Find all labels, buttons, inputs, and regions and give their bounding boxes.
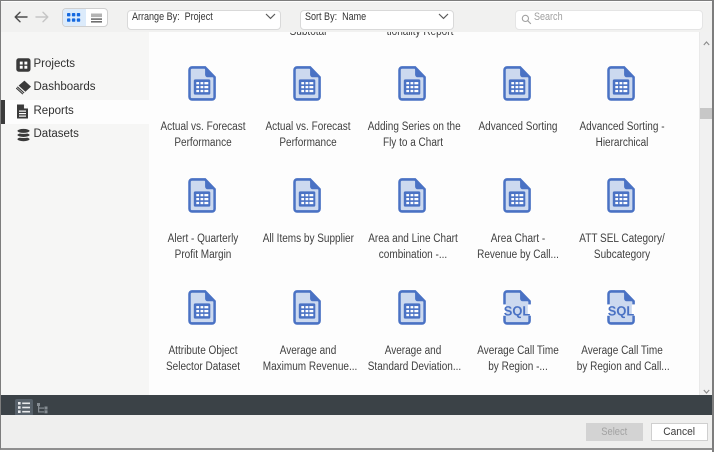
svg-text:SQL: SQL <box>608 303 635 318</box>
svg-text:SQL: SQL <box>503 303 530 318</box>
